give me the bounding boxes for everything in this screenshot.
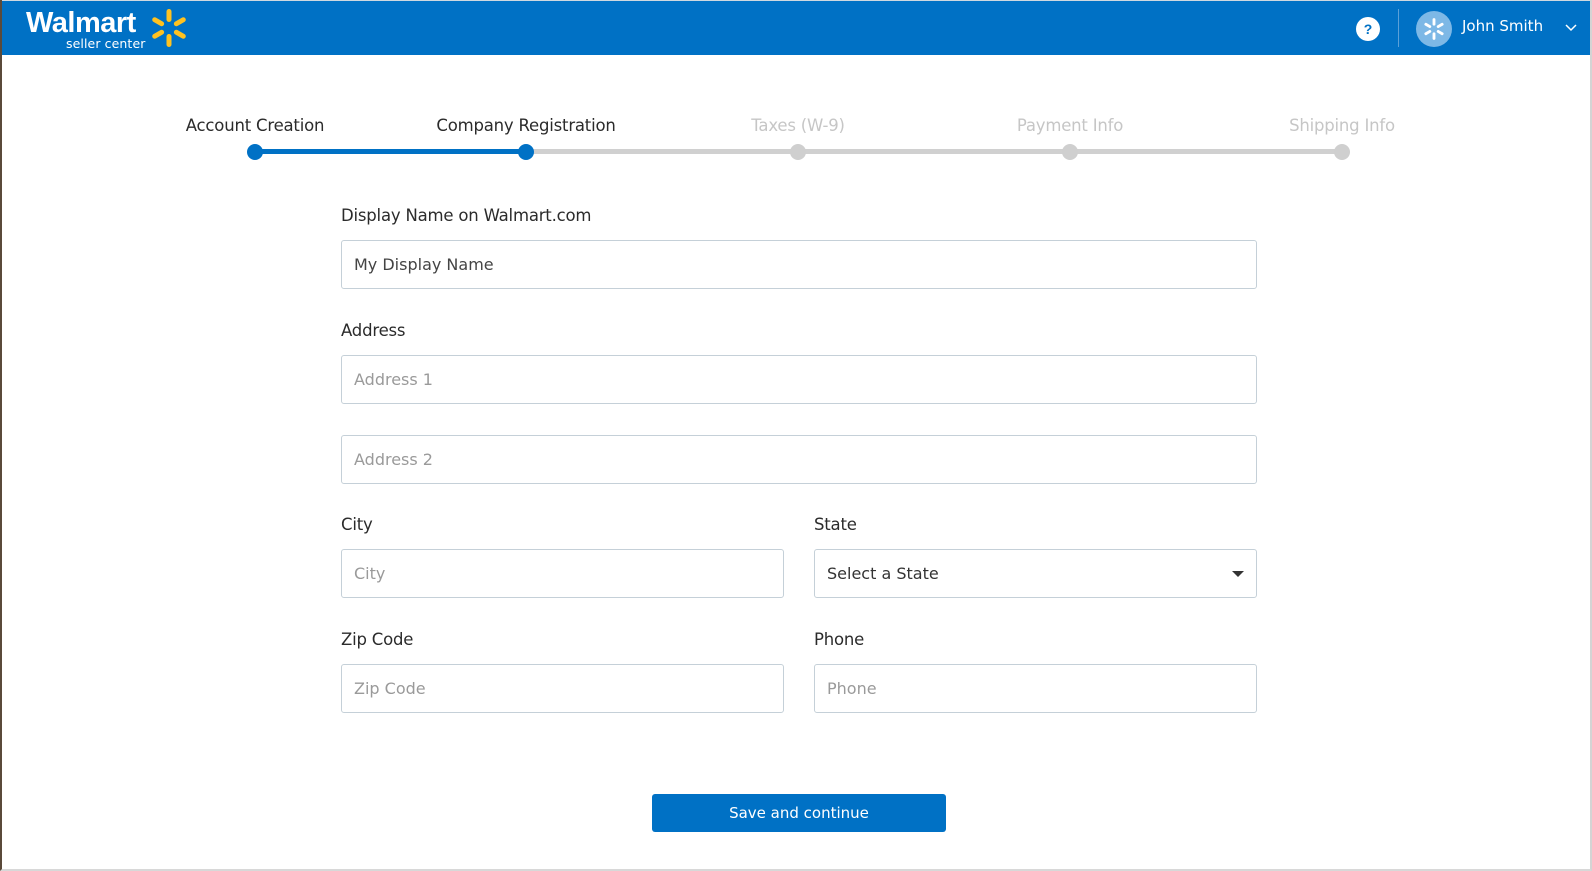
city-label: City bbox=[341, 515, 373, 534]
address-label: Address bbox=[341, 321, 406, 340]
state-label: State bbox=[814, 515, 857, 534]
zip-code-input[interactable] bbox=[341, 664, 784, 713]
walmart-spark-avatar-icon bbox=[1424, 18, 1444, 40]
page-frame: Walmart seller center ? John Smith Accou… bbox=[0, 0, 1592, 871]
step-dot-company-registration[interactable] bbox=[518, 144, 534, 160]
zip-code-label: Zip Code bbox=[341, 630, 414, 649]
walmart-seller-center-logo[interactable]: Walmart seller center bbox=[24, 5, 194, 51]
header-divider bbox=[1398, 9, 1399, 47]
step-dot-account-creation[interactable] bbox=[247, 144, 263, 160]
city-input[interactable] bbox=[341, 549, 784, 598]
phone-input[interactable] bbox=[814, 664, 1257, 713]
save-and-continue-button[interactable]: Save and continue bbox=[652, 794, 946, 832]
registration-stepper: Account Creation Company Registration Ta… bbox=[2, 105, 1590, 165]
user-avatar[interactable] bbox=[1416, 11, 1452, 47]
step-label-payment-info: Payment Info bbox=[1016, 116, 1124, 135]
address2-input[interactable] bbox=[341, 435, 1257, 484]
help-icon[interactable]: ? bbox=[1356, 17, 1380, 41]
display-name-label: Display Name on Walmart.com bbox=[341, 206, 592, 225]
step-dot-taxes bbox=[790, 144, 806, 160]
display-name-input[interactable] bbox=[341, 240, 1257, 289]
state-select-value: Select a State bbox=[827, 564, 939, 583]
caret-down-icon bbox=[1232, 571, 1244, 577]
step-dot-shipping-info bbox=[1334, 144, 1350, 160]
chevron-down-icon[interactable] bbox=[1564, 23, 1578, 33]
step-label-company-registration: Company Registration bbox=[436, 116, 616, 135]
state-select[interactable]: Select a State bbox=[814, 549, 1257, 598]
top-header: Walmart seller center ? John Smith bbox=[2, 0, 1590, 55]
step-dot-payment-info bbox=[1062, 144, 1078, 160]
step-label-taxes: Taxes (W-9) bbox=[751, 116, 845, 135]
stepper-track-remaining bbox=[526, 149, 1342, 154]
user-name[interactable]: John Smith bbox=[1462, 17, 1543, 35]
logo-subtext: seller center bbox=[66, 36, 146, 51]
address1-input[interactable] bbox=[341, 355, 1257, 404]
step-label-shipping-info: Shipping Info bbox=[1289, 116, 1395, 135]
phone-label: Phone bbox=[814, 630, 865, 649]
stepper-track-complete bbox=[255, 149, 526, 154]
walmart-spark-icon bbox=[152, 9, 186, 47]
step-label-account-creation: Account Creation bbox=[185, 116, 325, 135]
